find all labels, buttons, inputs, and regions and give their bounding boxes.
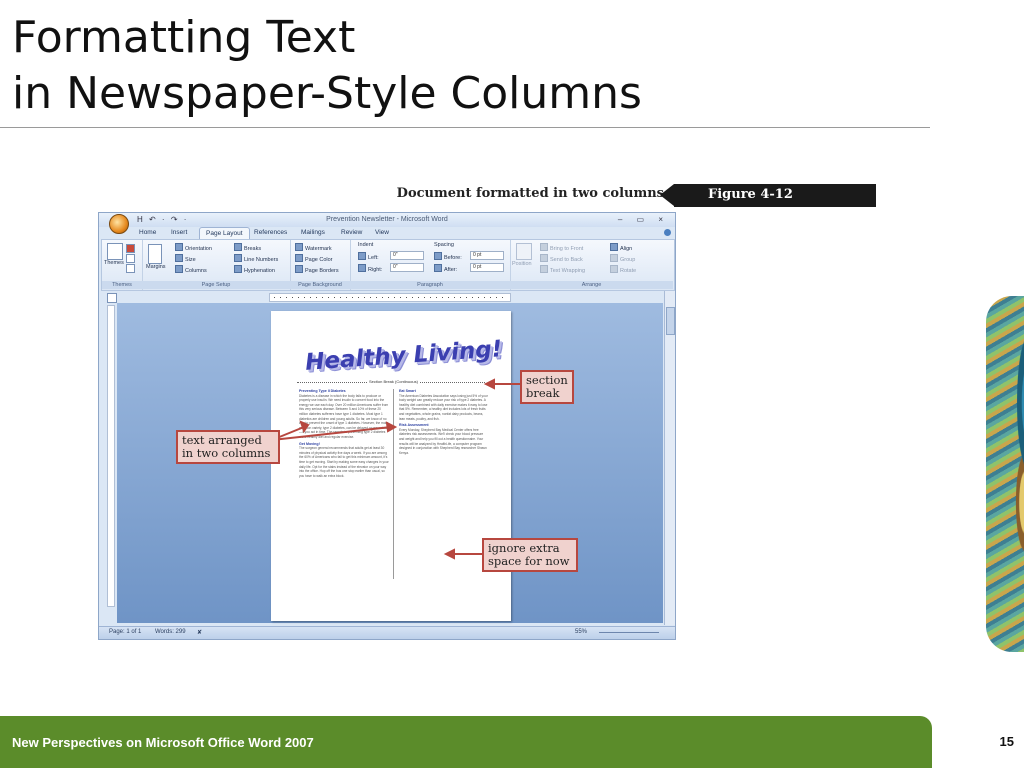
slide-title-line1: Formatting Text xyxy=(12,12,356,63)
footer-text: New Perspectives on Microsoft Office Wor… xyxy=(12,735,314,750)
callout-text-arranged: text arranged in two columns xyxy=(176,430,280,464)
text-columns-arrowhead-right xyxy=(385,421,398,433)
slide-page-number: 15 xyxy=(999,734,1014,749)
callout-ignore-space: ignore extra space for now xyxy=(482,538,578,572)
text-columns-arrowhead-left xyxy=(299,420,310,434)
callout-section-break: section break xyxy=(520,370,574,404)
section-break-arrowhead xyxy=(483,378,495,390)
slide-title: Formatting Text in Newspaper-Style Colum… xyxy=(12,10,642,122)
slide-title-line2: in Newspaper-Style Columns xyxy=(12,68,642,119)
ignore-space-arrowhead xyxy=(443,548,455,560)
office-button-icon[interactable] xyxy=(109,214,129,234)
figure-screenshot: Document formatted in two columns Figure… xyxy=(96,184,876,640)
footer-bar: New Perspectives on Microsoft Office Wor… xyxy=(0,716,932,768)
title-divider xyxy=(0,127,930,128)
peacock-feather-decoration xyxy=(986,296,1024,652)
